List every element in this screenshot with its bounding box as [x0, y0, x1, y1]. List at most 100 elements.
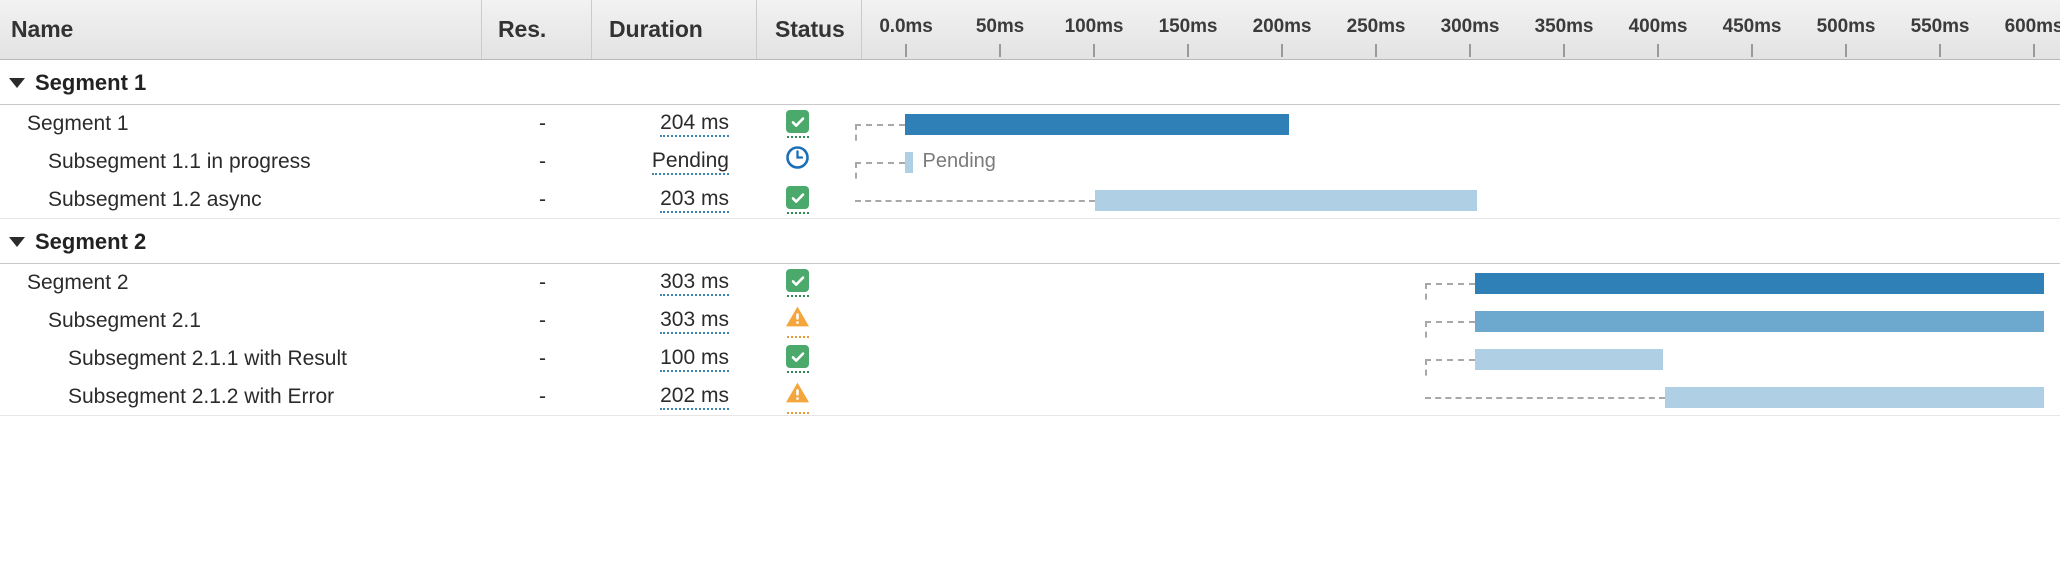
- cell-status: [756, 340, 861, 378]
- cell-status: [756, 378, 861, 416]
- table-row[interactable]: Subsegment 1.2 async - 203 ms: [0, 181, 2060, 219]
- cell-name[interactable]: Segment 2: [0, 264, 481, 302]
- cell-res: -: [539, 309, 546, 332]
- status-warning[interactable]: [785, 305, 810, 338]
- status-ok[interactable]: [786, 110, 809, 138]
- cell-status: [756, 264, 861, 302]
- duration-value[interactable]: 202 ms: [660, 385, 729, 410]
- column-header-status[interactable]: Status: [756, 0, 861, 59]
- connector-line-horizontal: [1424, 359, 1475, 361]
- table-row[interactable]: Subsegment 1.1 in progress - Pending Pendin…: [0, 143, 2060, 200]
- cell-name[interactable]: Segment 1: [0, 105, 481, 143]
- table-row[interactable]: Subsegment 2.1.2 with Error - 202 ms: [0, 378, 2060, 416]
- status-underline: [786, 136, 809, 138]
- status-underline: [786, 335, 809, 338]
- timeline-tick-mark: [1845, 44, 1847, 57]
- trace-timeline-table: Name Res. Duration Status 0.0ms 50ms 100ms…: [0, 0, 2060, 568]
- timeline-bar-label: Pending: [922, 150, 996, 172]
- timeline-tick-label: 450ms: [1722, 16, 1782, 37]
- timeline-tick-mark: [905, 44, 907, 57]
- status-underline: [786, 295, 809, 297]
- cell-res: -: [539, 112, 546, 135]
- timeline-tick-mark: [1187, 44, 1189, 57]
- table-body: Segment 1 Segment 1 - 204 ms Subsegment 1.1 …: [0, 60, 2060, 416]
- timeline-tick-mark: [1281, 44, 1283, 57]
- cell-name[interactable]: Subsegment 1.2 async: [0, 181, 481, 219]
- cell-duration: 303 ms: [591, 302, 756, 340]
- duration-value[interactable]: 204 ms: [660, 112, 729, 137]
- timeline-tick-mark: [1093, 44, 1095, 57]
- connector-line-horizontal: [1424, 397, 1665, 399]
- timeline-lane: Pending: [855, 143, 2060, 200]
- cell-duration: 303 ms: [591, 264, 756, 302]
- status-ok[interactable]: [786, 345, 809, 373]
- table-header: Name Res. Duration Status 0.0ms 50ms 100ms…: [0, 0, 2060, 60]
- timeline-bar[interactable]: [905, 114, 1289, 135]
- status-ok[interactable]: [786, 186, 809, 214]
- duration-value[interactable]: 303 ms: [660, 271, 729, 296]
- cell-name[interactable]: Subsegment 2.1.1 with Result: [0, 340, 481, 378]
- timeline-tick-mark: [1751, 44, 1753, 57]
- table-row[interactable]: Subsegment 2.1 - 303 ms: [0, 302, 2060, 359]
- cell-name[interactable]: Subsegment 2.1: [0, 302, 481, 340]
- status-ok[interactable]: [786, 269, 809, 297]
- connector-line-horizontal: [855, 162, 905, 164]
- timeline-tick-label: 600ms: [2004, 16, 2060, 37]
- cell-name[interactable]: Subsegment 1.1 in progress: [0, 143, 481, 181]
- timeline-ruler: 0.0ms 50ms 100ms 150ms 200ms 250ms 300ms 350ms 4…: [862, 0, 2060, 59]
- timeline-tick-label: 250ms: [1346, 16, 1406, 37]
- timeline-lane: [861, 264, 2060, 321]
- status-underline: [786, 212, 809, 214]
- timeline-tick-mark: [1657, 44, 1659, 57]
- column-header-duration-label: Duration: [609, 16, 703, 42]
- cell-status: [756, 105, 861, 143]
- timeline-tick-mark: [1375, 44, 1377, 57]
- cell-duration: 202 ms: [591, 378, 756, 416]
- cell-status: [756, 143, 861, 181]
- duration-value[interactable]: Pending: [651, 150, 729, 175]
- group-toggle[interactable]: Segment 2: [9, 219, 146, 264]
- cell-duration: 203 ms: [591, 181, 756, 219]
- column-header-name[interactable]: Name: [0, 0, 481, 59]
- timeline-tick-label: 300ms: [1440, 16, 1500, 37]
- connector-line-horizontal: [855, 200, 1095, 202]
- column-header-res[interactable]: Res.: [481, 0, 591, 59]
- table-row[interactable]: Subsegment 2.1.1 with Result - 100 ms: [0, 340, 2060, 397]
- timeline-bar[interactable]: [1094, 190, 1477, 211]
- cell-res: -: [539, 188, 546, 211]
- timeline-bar[interactable]: [1474, 273, 2045, 294]
- timeline-tick-label: 500ms: [1816, 16, 1876, 37]
- duration-value[interactable]: 203 ms: [660, 188, 729, 213]
- group-header-row[interactable]: Segment 2: [0, 219, 2060, 264]
- timeline-tick-label: 200ms: [1252, 16, 1312, 37]
- timeline-lane: [861, 340, 2060, 397]
- cell-status: [756, 302, 861, 340]
- group-label-text: Segment 2: [35, 228, 147, 254]
- table-row[interactable]: Segment 1 - 204 ms: [0, 105, 2060, 162]
- status-warning[interactable]: [785, 381, 810, 414]
- triangle-down-icon[interactable]: [9, 236, 25, 247]
- timeline-bar[interactable]: [905, 152, 913, 173]
- timeline-bar[interactable]: [1474, 311, 2045, 332]
- timeline-tick-label: 550ms: [1910, 16, 1970, 37]
- timeline-lane: [861, 378, 2060, 416]
- triangle-down-icon[interactable]: [9, 77, 25, 88]
- cell-status: [756, 181, 861, 219]
- timeline-tick-mark: [999, 44, 1001, 57]
- cell-name[interactable]: Subsegment 2.1.2 with Error: [0, 378, 481, 416]
- column-header-timeline: 0.0ms 50ms 100ms 150ms 200ms 250ms 300ms 350ms 4…: [861, 0, 2060, 59]
- table-row[interactable]: Segment 2 - 303 ms: [0, 264, 2060, 321]
- duration-value[interactable]: 303 ms: [660, 309, 729, 334]
- status-pending[interactable]: [785, 145, 810, 180]
- clock-icon: [785, 145, 810, 175]
- duration-value[interactable]: 100 ms: [660, 347, 729, 372]
- group-header-row[interactable]: Segment 1: [0, 60, 2060, 105]
- timeline-bar[interactable]: [1474, 349, 1663, 370]
- group-toggle[interactable]: Segment 1: [9, 60, 146, 105]
- timeline-bar[interactable]: [1664, 387, 2045, 408]
- status-underline: [786, 411, 809, 414]
- check-square-icon: [786, 269, 809, 292]
- timeline-tick-label: 400ms: [1628, 16, 1688, 37]
- column-header-duration[interactable]: Duration: [591, 0, 756, 59]
- timeline-tick-label: 50ms: [975, 16, 1025, 37]
